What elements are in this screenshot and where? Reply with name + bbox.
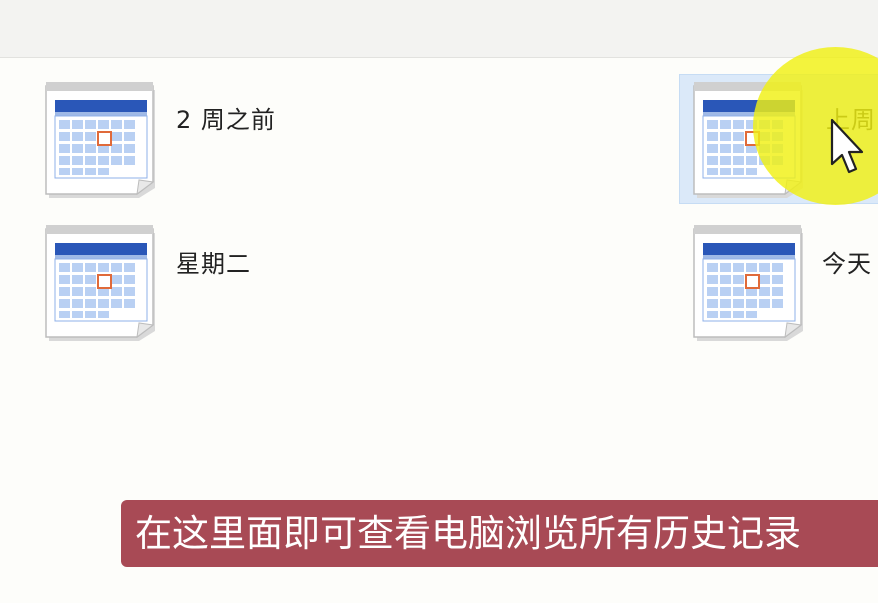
calendar-icon	[693, 224, 804, 341]
mouse-pointer-icon	[830, 118, 864, 174]
calendar-icon	[45, 81, 156, 198]
explorer-top-area	[0, 0, 878, 58]
item-label: 今天	[822, 250, 872, 278]
item-label: 星期二	[176, 250, 251, 278]
video-subtitle: 在这里面即可查看电脑浏览所有历史记录	[121, 500, 878, 567]
item-label: 2 周之前	[176, 106, 276, 134]
calendar-icon	[45, 224, 156, 341]
